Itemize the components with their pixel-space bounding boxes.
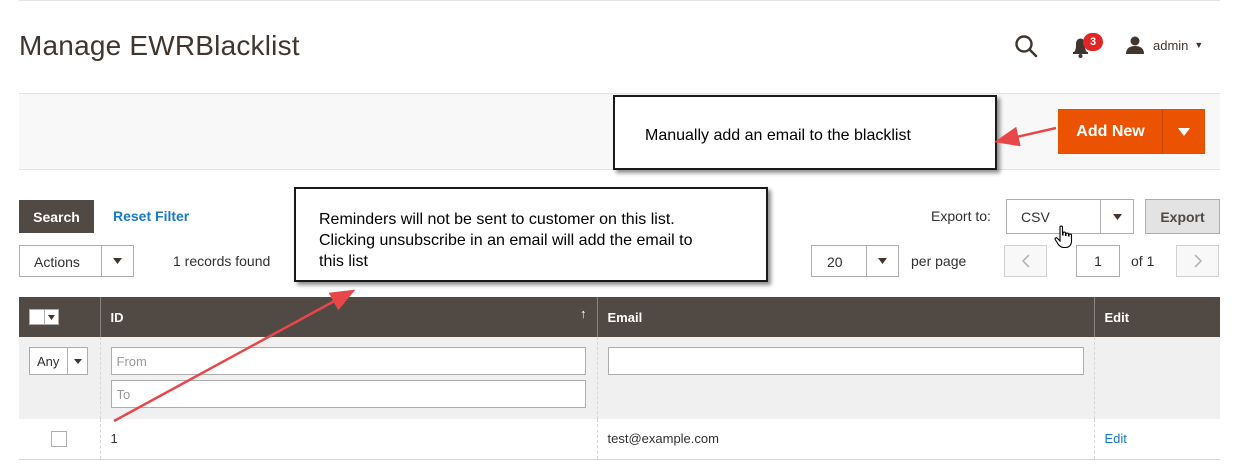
blacklist-grid: ID ↑ Email Edit Any From To 1 test@examp…	[19, 297, 1220, 460]
column-label-edit: Edit	[1104, 309, 1130, 325]
caret-down-icon	[1177, 127, 1190, 136]
hand-cursor-icon	[1054, 225, 1073, 249]
export-button[interactable]: Export	[1145, 199, 1220, 234]
column-label-id: ID	[110, 309, 124, 325]
next-page-button[interactable]	[1176, 245, 1219, 277]
sort-ascending-icon[interactable]: ↑	[580, 306, 587, 321]
annotation-text-add: Manually add an email to the blacklist	[645, 127, 911, 144]
mass-select-header[interactable]	[19, 297, 100, 337]
chevron-down-icon	[101, 246, 133, 276]
annotation-text-line-3: this list	[319, 253, 368, 270]
filter-cell-email	[596, 337, 1094, 419]
records-found: 1 records found	[173, 253, 271, 269]
row-email: test@example.com	[596, 419, 1094, 460]
search-button[interactable]: Search	[19, 200, 94, 233]
row-edit-link[interactable]: Edit	[1105, 431, 1127, 446]
chevron-down-icon	[67, 348, 87, 374]
grid-filter-row: Any	[19, 337, 1220, 419]
in-list-filter-value: Any	[37, 354, 60, 369]
table-row[interactable]: 1 test@example.com Edit	[19, 419, 1220, 460]
top-divider	[19, 0, 1220, 1]
mass-actions-select[interactable]: Actions	[19, 245, 134, 277]
page-title: Manage EWRBlacklist	[19, 30, 300, 61]
chevron-right-icon	[1193, 254, 1202, 268]
annotation-callout-list: Reminders will not be sent to customer o…	[294, 187, 768, 282]
grid-header-row: ID ↑ Email Edit	[19, 297, 1220, 337]
per-page-label: per page	[911, 253, 967, 269]
per-page-value: 20	[827, 254, 843, 270]
row-checkbox[interactable]	[51, 430, 68, 447]
user-menu[interactable]: admin ▼	[1125, 34, 1203, 56]
annotation-text-line-2: Clicking unsubscribe in an email will ad…	[319, 232, 693, 249]
mass-actions-value: Actions	[34, 254, 80, 270]
chevron-down-icon	[866, 246, 898, 276]
annotation-callout-add: Manually add an email to the blacklist	[613, 95, 997, 170]
user-name: admin	[1153, 37, 1189, 53]
notification-badge[interactable]: 3	[1083, 33, 1103, 51]
column-label-email: Email	[607, 309, 643, 325]
annotation-text-line-1: Reminders will not be sent to customer o…	[319, 211, 675, 228]
filter-cell-id	[99, 337, 597, 419]
filter-cell-edit	[1093, 337, 1220, 419]
row-id: 1	[99, 419, 597, 460]
page-total: of 1	[1131, 253, 1155, 269]
export-to-label: Export to:	[931, 208, 991, 224]
id-to-input[interactable]	[110, 380, 586, 408]
email-filter-input[interactable]	[607, 347, 1084, 375]
caret-down-icon: ▼	[1194, 40, 1204, 50]
search-icon[interactable]	[1013, 33, 1039, 59]
in-list-filter-select[interactable]: Any	[29, 347, 88, 375]
current-page-input[interactable]	[1076, 245, 1120, 277]
add-new-dropdown-toggle[interactable]	[1163, 110, 1204, 153]
per-page-select[interactable]: 20	[811, 245, 899, 277]
row-select-cell	[19, 419, 100, 460]
reset-filter-link[interactable]: Reset Filter	[113, 208, 189, 224]
add-new-label[interactable]: Add New	[1059, 110, 1163, 153]
chevron-left-icon	[1021, 254, 1030, 268]
previous-page-button[interactable]	[1004, 245, 1047, 277]
id-from-input[interactable]	[110, 347, 586, 375]
column-header-email[interactable]: Email	[596, 297, 1094, 337]
export-format-value: CSV	[1021, 209, 1050, 225]
column-header-edit: Edit	[1093, 297, 1220, 337]
row-edit-cell: Edit	[1093, 419, 1220, 460]
chevron-down-icon	[1100, 200, 1133, 233]
user-icon	[1126, 36, 1144, 54]
mass-select-checkbox[interactable]	[29, 309, 59, 325]
add-new-button[interactable]: Add New	[1058, 109, 1205, 154]
column-header-id[interactable]: ID ↑	[99, 297, 597, 337]
filter-cell-select: Any	[19, 337, 100, 419]
